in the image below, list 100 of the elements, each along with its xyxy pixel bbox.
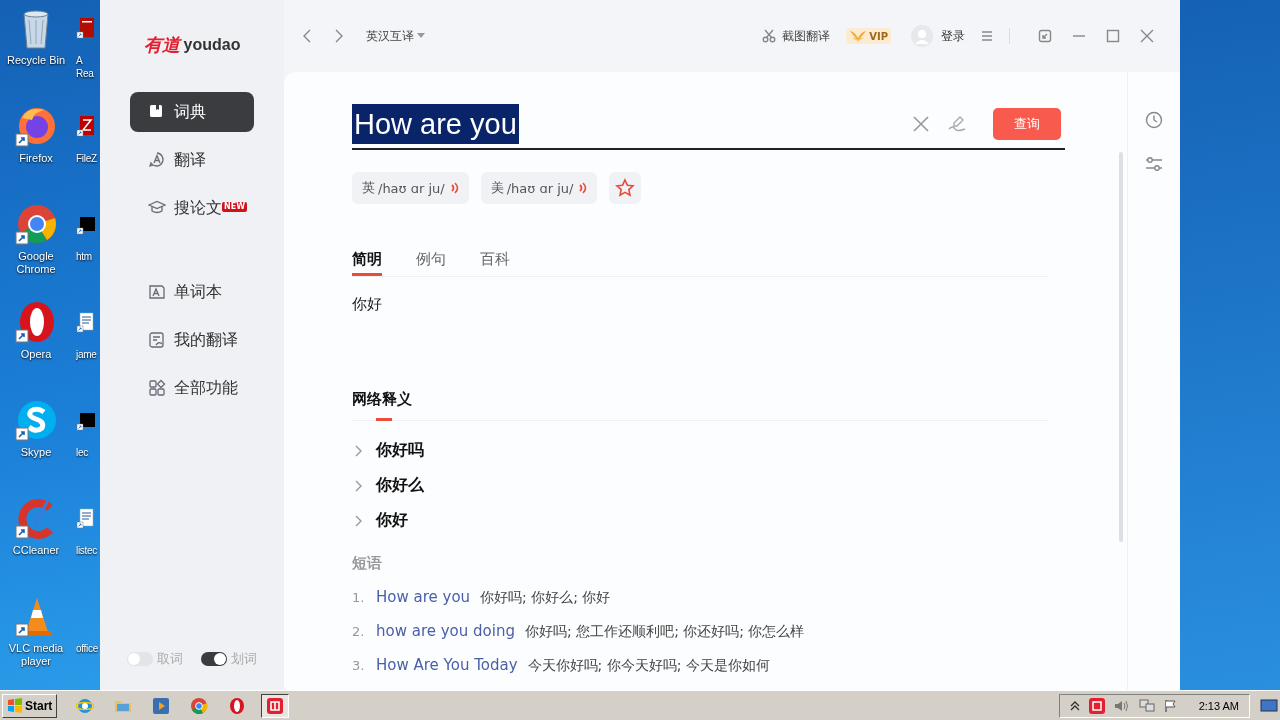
region-label: 美 <box>490 179 504 197</box>
sidebar-item-label: 翻译 <box>174 149 206 171</box>
desktop-icon-label[interactable]: htm <box>76 250 100 263</box>
list-number: 1. <box>352 589 366 607</box>
star-icon <box>615 178 636 198</box>
desktop-icon-label[interactable]: Skype <box>20 446 52 459</box>
clear-icon[interactable] <box>913 116 929 132</box>
speaker-icon <box>450 182 459 194</box>
toggle-label: 划词 <box>231 650 257 668</box>
network-icon[interactable] <box>1138 698 1155 713</box>
phonetic-text: /haʊ ɑr ju/ <box>378 180 445 196</box>
desktop-icon-label[interactable]: lec <box>76 446 100 459</box>
logo-mark: 有道 <box>143 33 180 57</box>
phrase-meaning: 今天你好吗; 你今天好吗; 今天是你如何 <box>527 656 770 675</box>
region-label: 英 <box>362 179 375 197</box>
screenshot-translate-button[interactable]: 截图翻译 <box>762 27 831 45</box>
language-dropdown[interactable]: 英汉互译 <box>366 27 425 45</box>
chevron-icon[interactable] <box>354 514 362 527</box>
phrase-link[interactable]: How Are You Today <box>376 649 518 681</box>
scissors-icon <box>762 29 777 43</box>
show-desktop-icon[interactable] <box>1260 698 1278 713</box>
chevron-icon[interactable] <box>354 444 362 457</box>
toggle-switch[interactable] <box>127 652 153 666</box>
new-badge: NEW <box>222 202 247 212</box>
browser-icon <box>190 696 209 715</box>
pronunciation-button[interactable]: 美 /haʊ ɑr ju/ <box>480 172 598 204</box>
toggle-switch[interactable] <box>201 652 227 666</box>
search-field[interactable]: How are you 查询 <box>352 100 1065 150</box>
chat-icon[interactable] <box>14 398 58 442</box>
chevron-icon[interactable] <box>354 479 362 492</box>
desktop-icon-label[interactable]: Opera <box>20 348 52 361</box>
menu-icon[interactable] <box>981 31 993 41</box>
app-icon[interactable] <box>1088 697 1105 714</box>
browser-icon <box>228 696 247 715</box>
web-definition: 你好 <box>376 510 408 531</box>
tab[interactable]: 简明 <box>352 244 382 276</box>
restore-icon[interactable] <box>1038 29 1052 43</box>
history-icon[interactable] <box>1145 111 1163 129</box>
butterfly-icon <box>849 29 868 43</box>
handwriting-icon[interactable] <box>947 115 967 133</box>
sidebar-item-label: 全部功能 <box>174 377 238 399</box>
logo-text: youdao <box>183 36 241 54</box>
list-number: 2. <box>352 623 366 641</box>
web-definition: 你好吗 <box>376 440 424 461</box>
phrase-link[interactable]: How are you <box>376 581 471 613</box>
word-book-icon <box>148 283 166 301</box>
settings-icon[interactable] <box>1145 155 1163 173</box>
taskbar-button[interactable] <box>261 693 290 718</box>
sidebar-item-label: 词典 <box>174 101 206 123</box>
web-definition: 你好么 <box>376 475 424 496</box>
chevron-up-icon[interactable] <box>1069 700 1080 711</box>
desktop-icon-label[interactable]: Recycle Bin <box>6 54 66 67</box>
windows-logo-icon <box>7 697 23 714</box>
login-link[interactable]: 登录 <box>941 27 965 45</box>
volume-icon[interactable] <box>1113 698 1130 713</box>
search-text: How are you <box>352 104 519 144</box>
sidebar-item[interactable]: 我的翻译 <box>130 320 254 360</box>
sidebar-item[interactable]: 全部功能 <box>130 368 254 408</box>
desktop-icon-label[interactable]: FileZ <box>76 152 100 165</box>
browser-icon <box>76 696 95 715</box>
start-button[interactable]: Start <box>2 693 58 718</box>
search-button[interactable]: 查询 <box>993 108 1061 140</box>
sidebar-item[interactable]: 翻译 <box>130 140 254 180</box>
desktop-icon-label[interactable]: A Rea <box>76 54 100 80</box>
sidebar-item-label: 我的翻译 <box>174 329 238 351</box>
desktop-icon-label[interactable]: jame <box>76 348 100 361</box>
tab[interactable]: 例句 <box>416 244 446 276</box>
close-icon[interactable] <box>1140 29 1154 43</box>
desktop-icon-label[interactable]: CCleaner <box>12 544 60 557</box>
media-player-icon <box>152 696 171 715</box>
grid-icon <box>148 379 166 397</box>
browser-icon[interactable] <box>14 202 58 246</box>
flag-icon[interactable] <box>1163 698 1178 713</box>
tab[interactable]: 百科 <box>480 244 510 276</box>
sidebar-item[interactable]: 单词本 <box>130 272 254 312</box>
translate-icon <box>148 151 166 169</box>
sidebar-item-label: 单词本 <box>174 281 222 303</box>
phrase-meaning: 你好吗; 您工作还顺利吧; 你还好吗; 你怎么样 <box>525 622 805 641</box>
desktop-icon-label[interactable]: VLC media player <box>0 642 72 668</box>
clock: 2:13 AM <box>1198 699 1239 712</box>
sidebar-item[interactable]: 词典 <box>130 92 254 132</box>
desktop-icon-label[interactable]: Firefox <box>19 152 53 165</box>
toggle-label: 取词 <box>157 650 183 668</box>
favorite-button[interactable] <box>609 172 642 204</box>
maximize-icon[interactable] <box>1106 29 1120 43</box>
phonetic-text: /haʊ ɑr ju/ <box>506 180 574 196</box>
desktop-icon-label[interactable]: Google Chrome <box>0 250 72 276</box>
phrase-link[interactable]: how are you doing <box>376 615 515 647</box>
desktop-icon-label[interactable]: listec <box>76 544 100 557</box>
notes-icon <box>148 331 166 349</box>
speaker-icon <box>579 182 588 194</box>
phrase-meaning: 你好吗; 你好么; 你好 <box>480 588 611 607</box>
caret-icon <box>417 33 425 39</box>
pronunciation-button[interactable]: 英 /haʊ ɑr ju/ <box>352 172 469 204</box>
app-icon <box>266 696 285 715</box>
section-title: 短语 <box>352 554 383 573</box>
vip-badge[interactable]: VIP <box>846 28 891 44</box>
section-title: 网络释义 <box>352 390 413 409</box>
scrollbar[interactable] <box>1119 152 1123 542</box>
list-number: 3. <box>352 657 366 675</box>
